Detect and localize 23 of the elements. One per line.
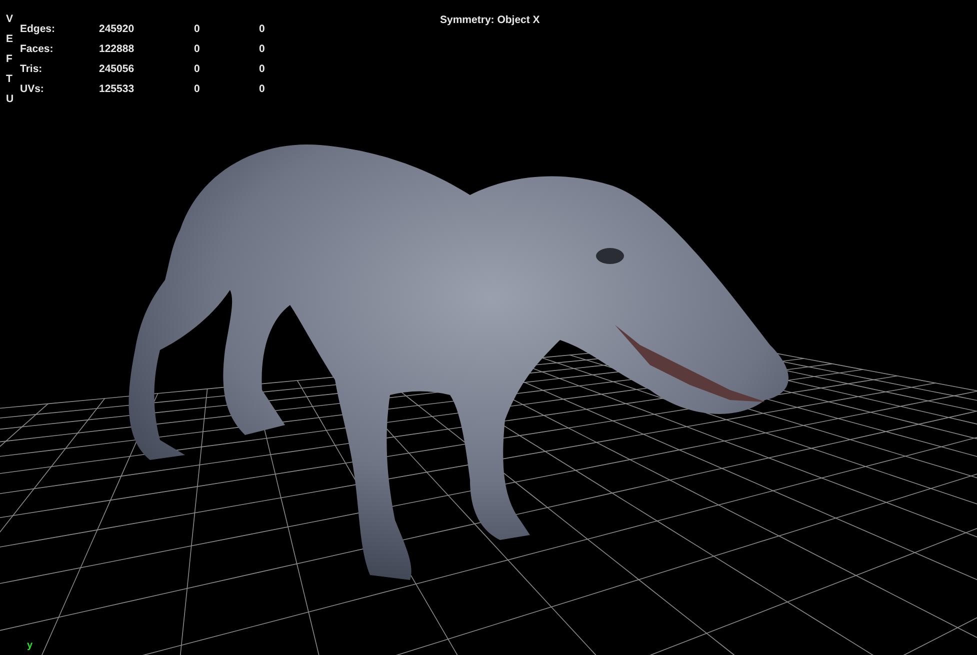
stat-heading: T xyxy=(6,72,14,87)
stat-label: Edges: xyxy=(20,23,56,35)
stat-value: 0 xyxy=(259,23,266,35)
stat-heading: V xyxy=(6,12,14,27)
stat-value: 122888 xyxy=(99,43,136,55)
stat-value: 245056 xyxy=(99,63,136,75)
stat-value: 125533 xyxy=(99,83,136,95)
stat-heading: E xyxy=(6,32,14,47)
stat-label: Tris: xyxy=(20,63,44,75)
stat-heading: F xyxy=(6,52,14,67)
stat-label: Faces: xyxy=(20,43,54,55)
stat-value: 0 xyxy=(194,83,201,95)
stat-label: UVs: xyxy=(20,83,45,95)
stat-value: 0 xyxy=(259,83,266,95)
stat-value: 245920 xyxy=(99,23,136,35)
stat-value: 0 xyxy=(194,43,201,55)
stat-value: 0 xyxy=(194,63,201,75)
stat-heading: U xyxy=(6,92,15,107)
stat-value: 0 xyxy=(259,63,266,75)
axis-label: y xyxy=(27,640,33,651)
stat-value: 0 xyxy=(259,43,266,55)
stat-value: 0 xyxy=(194,23,201,35)
symmetry-status: Symmetry: Object X xyxy=(440,14,540,26)
